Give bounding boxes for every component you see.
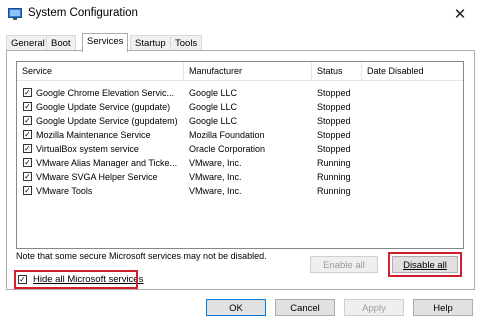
apply-button[interactable]: Apply (344, 299, 404, 316)
hide-ms-services-highlight (14, 270, 138, 289)
disable-all-highlight (388, 252, 462, 277)
service-date-disabled (367, 142, 457, 156)
table-row[interactable]: ✓ Google Update Service (gupdatem) Google … (17, 114, 463, 128)
service-date-disabled (367, 114, 457, 128)
table-row[interactable]: ✓ Google Chrome Elevation Servic... Google… (17, 86, 463, 100)
service-date-disabled (367, 100, 457, 114)
services-note: Note that some secure Microsoft services… (16, 251, 267, 261)
service-status: Running (317, 186, 351, 196)
help-button[interactable]: Help (413, 299, 473, 316)
service-status: Running (317, 172, 351, 182)
column-status[interactable]: Status (312, 62, 362, 80)
service-manufacturer: VMware, Inc. (189, 158, 242, 168)
service-date-disabled (367, 86, 457, 100)
service-status: Stopped (317, 130, 351, 140)
service-checkbox[interactable]: ✓ (23, 130, 32, 139)
service-name: VirtualBox system service (36, 144, 139, 154)
service-name: Google Update Service (gupdate) (36, 102, 171, 112)
table-row[interactable]: ✓ VMware SVGA Helper Service VMware, Inc. R… (17, 170, 463, 184)
service-date-disabled (367, 170, 457, 184)
table-row[interactable]: ✓ VirtualBox system service Oracle Corpora… (17, 142, 463, 156)
title-bar: System Configuration ✕ (0, 0, 480, 28)
service-status: Running (317, 158, 351, 168)
service-manufacturer: Google LLC (189, 116, 238, 126)
window-title: System Configuration (28, 7, 138, 19)
close-icon: ✕ (453, 6, 467, 23)
service-status: Stopped (317, 116, 351, 126)
service-manufacturer: VMware, Inc. (189, 172, 242, 182)
services-list[interactable]: Service Manufacturer Status Date Disable… (16, 61, 464, 249)
table-row[interactable]: ✓ VMware Alias Manager and Ticke... VMware… (17, 156, 463, 170)
service-checkbox[interactable]: ✓ (23, 158, 32, 167)
service-checkbox[interactable]: ✓ (23, 172, 32, 181)
enable-all-button[interactable]: Enable all (310, 256, 378, 273)
list-header: Service Manufacturer Status Date Disable… (17, 62, 463, 81)
cancel-button[interactable]: Cancel (275, 299, 335, 316)
service-checkbox[interactable]: ✓ (23, 144, 32, 153)
service-date-disabled (367, 156, 457, 170)
column-service[interactable]: Service (17, 62, 184, 80)
tab-boot[interactable]: Boot (46, 35, 76, 51)
close-button[interactable]: ✕ (440, 0, 480, 28)
service-manufacturer: VMware, Inc. (189, 186, 242, 196)
service-checkbox[interactable]: ✓ (23, 116, 32, 125)
service-manufacturer: Google LLC (189, 88, 238, 98)
service-status: Stopped (317, 102, 351, 112)
service-name: Google Chrome Elevation Servic... (36, 88, 175, 98)
tab-general[interactable]: General (6, 35, 50, 51)
service-name: Google Update Service (gupdatem) (36, 116, 178, 126)
column-date-disabled[interactable]: Date Disabled (362, 62, 463, 80)
service-status: Stopped (317, 88, 351, 98)
service-name: VMware Alias Manager and Ticke... (36, 158, 178, 168)
column-manufacturer[interactable]: Manufacturer (184, 62, 312, 80)
system-config-icon (8, 8, 22, 20)
service-manufacturer: Google LLC (189, 102, 238, 112)
service-date-disabled (367, 184, 457, 198)
service-manufacturer: Mozilla Foundation (189, 130, 265, 140)
service-name: VMware Tools (36, 186, 93, 196)
tab-services[interactable]: Services (82, 33, 129, 52)
service-status: Stopped (317, 144, 351, 154)
table-row[interactable]: ✓ Google Update Service (gupdate) Google L… (17, 100, 463, 114)
ok-button[interactable]: OK (206, 299, 266, 316)
service-name: VMware SVGA Helper Service (36, 172, 158, 182)
table-row[interactable]: ✓ VMware Tools VMware, Inc. Running (17, 184, 463, 198)
table-row[interactable]: ✓ Mozilla Maintenance Service Mozilla Foun… (17, 128, 463, 142)
service-name: Mozilla Maintenance Service (36, 130, 151, 140)
tab-startup[interactable]: Startup (130, 35, 171, 51)
service-checkbox[interactable]: ✓ (23, 186, 32, 195)
service-manufacturer: Oracle Corporation (189, 144, 266, 154)
tab-tools[interactable]: Tools (170, 35, 203, 51)
service-checkbox[interactable]: ✓ (23, 88, 32, 97)
services-panel: Service Manufacturer Status Date Disable… (6, 50, 475, 290)
service-checkbox[interactable]: ✓ (23, 102, 32, 111)
service-date-disabled (367, 128, 457, 142)
